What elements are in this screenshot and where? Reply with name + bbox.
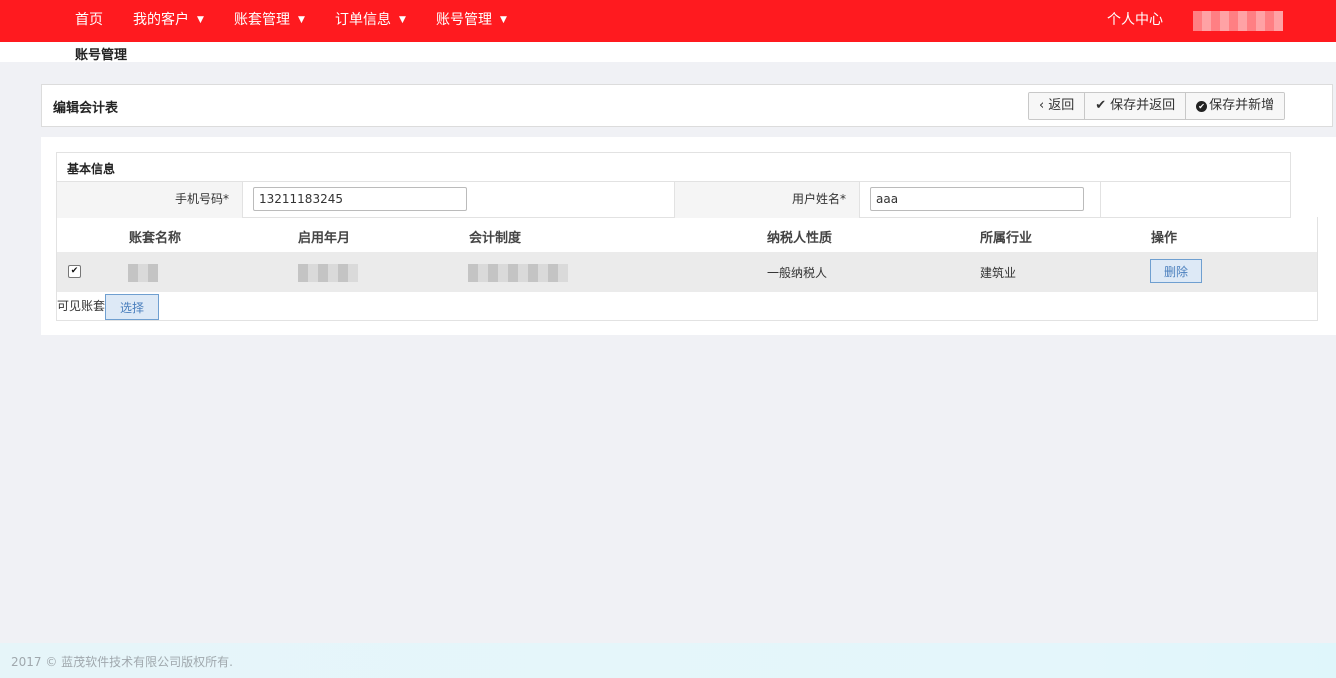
divider <box>242 182 243 218</box>
nav-label: 首页 <box>75 12 103 28</box>
caret-down-icon: ▼ <box>399 15 406 25</box>
divider <box>1100 182 1101 218</box>
page-title: 编辑会计表 <box>53 101 119 116</box>
nav-label: 我的客户 <box>133 12 189 28</box>
nav-item-order-info[interactable]: 订单信息 ▼ <box>335 0 406 42</box>
column-header-accounting-system: 会计制度 <box>469 231 522 246</box>
section-title: 基本信息 <box>67 162 116 176</box>
industry-cell: 建筑业 <box>980 266 1017 280</box>
row-checkbox[interactable]: ✔ <box>68 265 81 278</box>
basic-info-section: 基本信息 手机号码* 用户姓名* <box>56 152 1291 218</box>
caret-down-icon: ▼ <box>197 15 204 25</box>
books-table: 账套名称 启用年月 会计制度 纳税人性质 所属行业 操作 ✔ 一般纳税人 建筑业… <box>56 217 1318 321</box>
nav-item-my-customers[interactable]: 我的客户 ▼ <box>133 0 204 42</box>
save-return-label: 保存并返回 <box>1110 98 1176 113</box>
back-label: 返回 <box>1048 98 1075 113</box>
chevron-left-icon: ‹ <box>1039 98 1045 113</box>
panel-header: 编辑会计表 ‹ 返回 ✔ 保存并返回 ✔ 保存并新增 <box>41 84 1333 127</box>
visible-books-label: 可见账套 <box>57 299 106 313</box>
accounting-system-blurred <box>468 264 568 282</box>
column-header-book-name: 账套名称 <box>129 231 182 246</box>
caret-down-icon: ▼ <box>500 15 507 25</box>
column-header-taxpayer-type: 纳税人性质 <box>767 231 833 246</box>
save-and-return-button[interactable]: ✔ 保存并返回 <box>1085 93 1187 119</box>
nav-item-book-management[interactable]: 账套管理 ▼ <box>234 0 305 42</box>
breadcrumb-bar: 账号管理 <box>0 42 1336 63</box>
phone-label: 手机号码* <box>57 182 242 218</box>
taxpayer-type-cell: 一般纳税人 <box>767 266 828 280</box>
nav-item-account-management[interactable]: 账号管理 ▼ <box>436 0 507 42</box>
select-button[interactable]: 选择 <box>105 294 159 320</box>
personal-center-link[interactable]: 个人中心 <box>1107 0 1163 42</box>
action-button-group: ‹ 返回 ✔ 保存并返回 ✔ 保存并新增 <box>1028 92 1286 120</box>
username-field[interactable] <box>870 187 1084 211</box>
top-nav-bar: 首页 我的客户 ▼ 账套管理 ▼ 订单信息 ▼ 账号管理 ▼ 个人中心 <box>0 0 1336 42</box>
column-header-start-month: 启用年月 <box>298 231 351 246</box>
caret-down-icon: ▼ <box>298 15 305 25</box>
check-circle-icon: ✔ <box>1196 101 1208 112</box>
footer: 2017 © 蓝茂软件技术有限公司版权所有. <box>0 643 1336 678</box>
check-icon: ✔ <box>1095 98 1107 113</box>
phone-field[interactable] <box>253 187 467 211</box>
back-button[interactable]: ‹ 返回 <box>1029 93 1086 119</box>
column-header-industry: 所属行业 <box>980 231 1033 246</box>
column-header-actions: 操作 <box>1151 231 1178 246</box>
table-row: ✔ 一般纳税人 建筑业 删除 <box>57 252 1317 292</box>
save-and-new-button[interactable]: ✔ 保存并新增 <box>1186 93 1285 119</box>
main-content: 基本信息 手机号码* 用户姓名* 账套名称 启用年月 会计制度 纳税人性质 所属… <box>41 137 1336 335</box>
basic-info-row: 手机号码* 用户姓名* <box>57 181 1290 218</box>
breadcrumb: 账号管理 <box>75 48 128 63</box>
save-new-label: 保存并新增 <box>1209 98 1275 113</box>
nav-label: 订单信息 <box>335 12 391 28</box>
book-name-blurred <box>128 264 158 282</box>
nav-label: 账号管理 <box>436 12 492 28</box>
divider <box>859 182 860 218</box>
nav-item-home[interactable]: 首页 <box>75 0 103 42</box>
start-month-blurred <box>298 264 358 282</box>
nav-label: 账套管理 <box>234 12 290 28</box>
delete-button[interactable]: 删除 <box>1150 259 1202 283</box>
username-label: 用户姓名* <box>675 182 859 218</box>
copyright-text: 2017 © 蓝茂软件技术有限公司版权所有. <box>11 655 233 669</box>
username-avatar-blurred[interactable] <box>1193 11 1283 31</box>
